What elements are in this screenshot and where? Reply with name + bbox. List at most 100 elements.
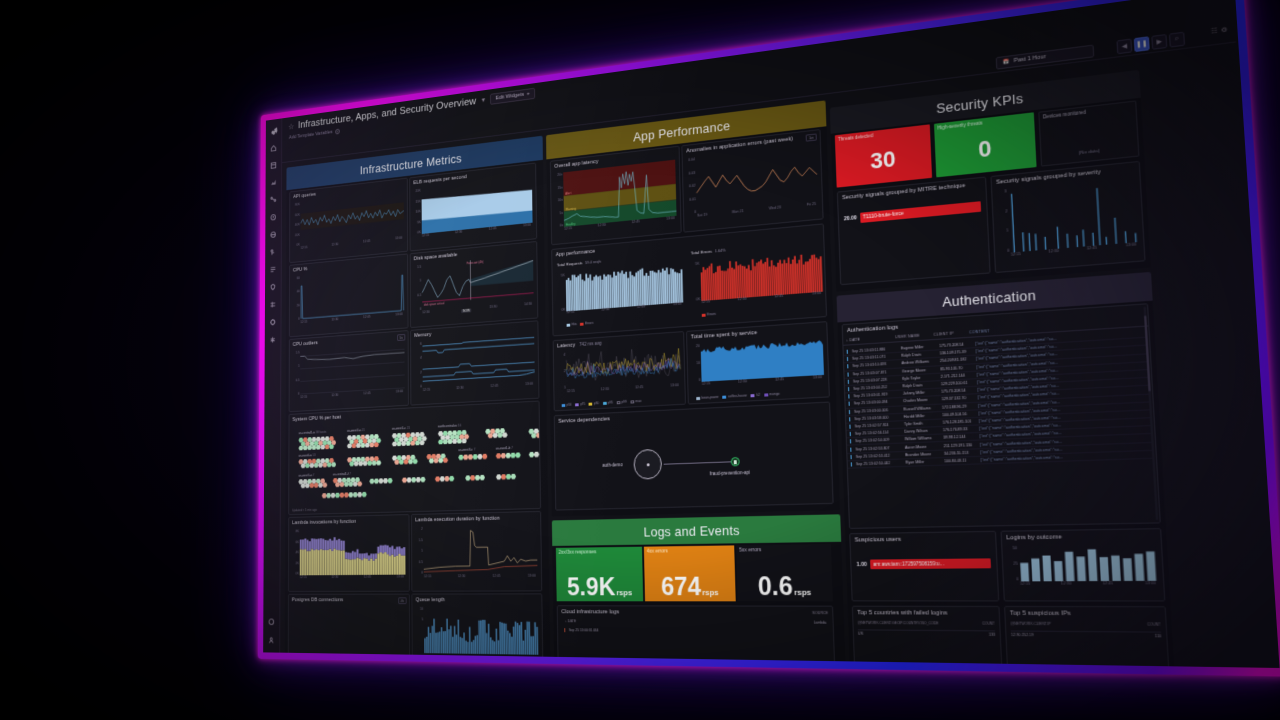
legend-item[interactable]: p50 [561,403,572,407]
col-count[interactable]: COUNT [982,621,995,626]
pause-button[interactable]: ❚❚ [1133,36,1150,53]
panel-overall-latency[interactable]: Overall app latency 20s 15s 10s 5s 0s Al… [549,145,682,246]
col-ip[interactable]: CLIENT IP [933,331,966,337]
panel-anomalies[interactable]: Anomalies in application errors (past we… [681,128,824,233]
table-row[interactable]: Sep 25 13:03:58.000 Harold Miller 100.49.1… [845,402,1150,424]
sidebar-item-home[interactable] [267,138,280,157]
table-row[interactable]: Sep 25 13:02:50.442 Ryan Miller 100.84.43.… [847,450,1153,469]
step-back-button[interactable]: ◀ [1116,38,1133,55]
panel-disk-space[interactable]: Disk space available 1.5 1 0.5 0 Forecas… [409,240,539,329]
legend-item[interactable]: p75 [575,402,585,406]
step-forward-button[interactable]: ▶ [1151,33,1168,50]
host-hexagon[interactable] [387,478,392,483]
panel-logins-outcome[interactable]: Logins by outcome 50 25 0 12:15 12:30 12… [1000,528,1166,602]
table-row[interactable]: Sep 25 13:03:00.094 Charles Moore 129.37.1… [845,386,1149,409]
host-hexagon[interactable] [357,481,362,486]
chevron-down-icon[interactable]: ▼ [480,97,486,104]
col-date[interactable]: ↓ DATE [846,335,892,342]
table-row[interactable]: Sep 25 13:02:56.114 Danny Wilson 176.176.8… [846,418,1151,439]
col-country[interactable]: @NETWORK.CLIENT.GEOIP.COUNTRY.ISO_CODE [858,621,939,626]
host-hexagon[interactable] [534,452,540,458]
legend-item[interactable]: p95 [602,401,613,405]
host-hexagon[interactable] [331,462,336,467]
auth-log-rows[interactable]: Sep 25 13:03:11.886 Eugene Miller 175.73.2… [843,330,1156,526]
legend-item[interactable]: Errors [580,321,594,326]
table-row[interactable]: Sep 25 13:02:53.412 Brandon Moore 34.236.5… [847,442,1152,462]
col-count[interactable]: COUNT [1147,622,1161,627]
host-hexagon[interactable] [449,476,454,481]
table-row[interactable]: Sep 25 13:03:07.228 Kyle Taylor 2.171.212.… [844,362,1148,387]
panel-total-time-service[interactable]: Total time spent by service 20 10 0 12:1… [685,321,830,405]
panel-top-countries[interactable]: Top 5 countries with failed logins @NETW… [851,605,1003,669]
sidebar-item-alerts[interactable] [266,207,280,226]
col-user[interactable]: USER NAME [895,333,930,340]
panel-suspicious-users[interactable]: Suspicious users 1.00 arn:aws:iam::17259… [849,530,1000,602]
host-hexagon[interactable] [443,458,448,463]
sidebar-item-security[interactable] [266,277,280,296]
table-row[interactable]: Sep 25 13:03:10.693 Andrew Williams 254.20… [844,346,1147,372]
host-hexagon[interactable] [536,433,541,439]
sidebar-item-profiler[interactable] [266,242,280,261]
col-content[interactable]: CONTENT [969,319,1144,335]
panel-signals-mitre[interactable]: Security signals grouped by MITRE techni… [836,176,991,286]
sidebar-item-more[interactable] [266,330,280,349]
panel-service-dependencies[interactable]: Service dependencies auth-demo fraud-pre… [553,401,834,511]
help-icon[interactable] [264,612,278,630]
service-node-fraud-api[interactable] [730,456,740,467]
panel-signals-severity[interactable]: Security signals grouped by severity 3 2… [990,160,1146,274]
help-icon[interactable]: ? [334,128,340,135]
host-hexagon[interactable] [419,440,424,445]
table-row[interactable]: US 133 [857,629,996,638]
host-hexagon[interactable] [479,475,485,481]
mitre-row[interactable]: 20.00 T1110-brute-force [844,201,982,224]
stat-2xx-3xx[interactable]: 2xx/3xx responses 5.9K rsps [555,546,644,602]
zoom-out-button[interactable]: ⌕ [1168,31,1186,48]
share-icon[interactable]: ☷ [1211,27,1218,35]
sidebar-item-logs[interactable] [266,260,280,279]
panel-badge[interactable]: 4h [397,597,407,605]
table-row[interactable]: Sep 25 13:00:31.634 [562,627,829,636]
sidebar-item-synthetics[interactable] [266,225,280,244]
col-ip[interactable]: @NETWORK.CLIENT.IP [1010,622,1051,627]
legend-item[interactable]: coffee-house [722,393,747,398]
panel-api-queries[interactable]: API queries 80K 60K 40K 20K 0K 12:15 12:… [289,177,409,264]
legend-item[interactable]: max [630,399,641,404]
host-hexagon[interactable] [329,444,334,449]
panel-badge[interactable]: 1w [805,133,817,142]
legend-item[interactable]: p90 [588,401,599,405]
sidebar-item-network[interactable] [266,295,280,314]
kpi-devices-monitored[interactable]: Devices monitored (No data) [1038,100,1140,167]
table-row[interactable]: Sep 25 13:03:07.871 George Moore 85.93.105… [844,354,1147,379]
legend-item[interactable]: k2 [750,393,760,398]
panel-system-cpu-host[interactable]: System CPU % per host us-central1-a 28 h… [288,400,542,516]
host-hexagon[interactable] [420,477,425,482]
table-row[interactable]: 12.90.252.19 110 [1010,630,1162,639]
table-row[interactable]: Sep 25 13:03:11.071 Ralph Davis 136.109.17… [843,338,1146,364]
table-row[interactable]: Sep 25 13:02:57.924 Tyler Smith 176.128.18… [846,410,1150,432]
panel-lambda-invocations[interactable]: Lambda invocations by function 8K 6K 4K … [288,514,410,592]
panel-lambda-duration[interactable]: Lambda execution duration by function 2 … [411,510,543,592]
table-row[interactable]: Sep 25 13:03:04.252 Ralph Davis 129.229.10… [844,370,1148,394]
sidebar-item-integrations[interactable] [266,312,280,331]
legend-item[interactable]: p99 [616,400,627,404]
time-range-picker[interactable]: 📅 Past 1 Hour [995,44,1095,70]
panel-top-ips[interactable]: Top 5 suspicious IPs @NETWORK.CLIENT.IP … [1003,605,1170,669]
panel-badge[interactable]: 5s [396,333,406,341]
star-icon[interactable]: ☆ [288,121,294,131]
scrollbar[interactable] [1143,306,1159,521]
table-row[interactable]: Sep 25 13:02:53.807 Aaron Moore 211.129.19… [847,434,1152,454]
panel-elb-requests[interactable]: ELB requests per second 20K 15K 10K 5K 0… [409,162,538,252]
edit-widgets-button[interactable]: Edit Widgets + [490,87,535,105]
sidebar-item-dashboards[interactable] [267,156,280,175]
host-hexagon[interactable] [362,492,367,497]
host-hexagon[interactable] [322,482,327,487]
legend-item[interactable]: Hits [566,322,577,327]
host-hexagon[interactable] [461,438,466,444]
settings-icon[interactable]: ⚙ [1221,26,1228,34]
host-hexagon[interactable] [413,459,418,464]
kpi-high-severity[interactable]: High-severity threats 0 [934,112,1037,178]
host-hexagon[interactable] [376,460,381,465]
service-node-auth-demo[interactable] [633,448,663,480]
panel-cpu-percent[interactable]: CPU % 60 40 20 0 12:15 12:30 12:45 13:00 [288,253,409,338]
panel-auth-logs[interactable]: Authentication logs ↓ DATE USER NAME CLI… [841,303,1161,529]
